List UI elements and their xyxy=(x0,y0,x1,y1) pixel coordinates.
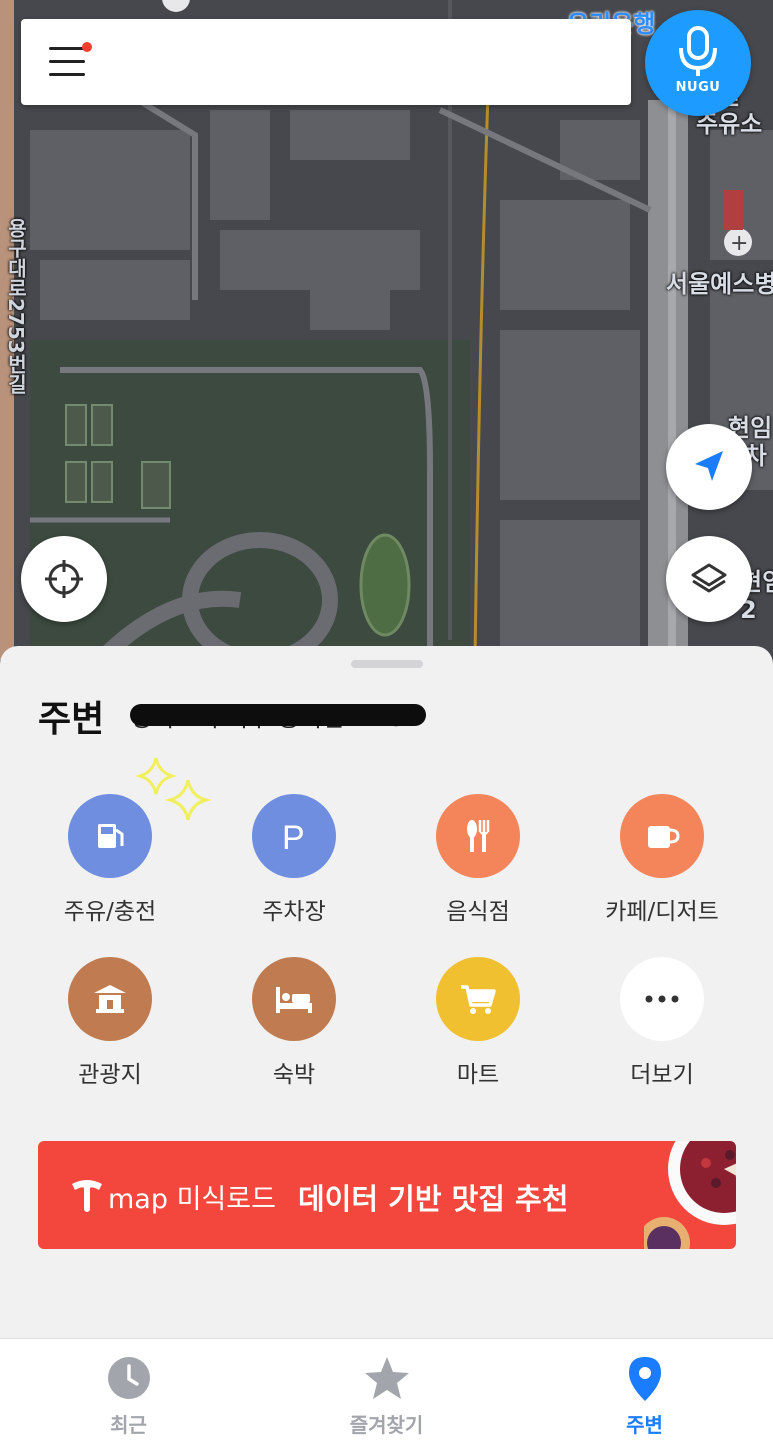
utensils-icon xyxy=(436,794,520,878)
food-road-banner[interactable]: map 미식로드 데이터 기반 맛집 추천 xyxy=(38,1141,736,1249)
category-label: 관광지 xyxy=(78,1062,142,1088)
map-label-road: 용구대로2753번길 xyxy=(4,218,28,394)
tab-label: 주변 xyxy=(626,1413,663,1437)
menu-icon-line xyxy=(49,60,85,63)
panel-title: 주변 xyxy=(38,699,105,740)
layers-icon xyxy=(691,563,727,593)
tab-nearby[interactable]: 주변 xyxy=(516,1339,773,1447)
crosshair-icon xyxy=(45,560,83,598)
nugu-voice-button[interactable]: NUGU xyxy=(645,10,751,116)
gps-target-button[interactable] xyxy=(21,536,107,622)
menu-icon xyxy=(49,47,85,50)
menu-icon-line xyxy=(49,73,85,76)
category-mart[interactable]: 마트 xyxy=(386,957,570,1107)
tab-favorites[interactable]: 즐겨찾기 xyxy=(258,1339,515,1447)
banner-headline: 데이터 기반 맛집 추천 xyxy=(298,1182,569,1216)
landmark-icon xyxy=(68,957,152,1041)
category-fuel[interactable]: 주유/충전 xyxy=(18,794,202,944)
more-dots-icon xyxy=(620,957,704,1041)
category-label: 주차장 xyxy=(262,899,326,925)
address-redaction-mark xyxy=(130,704,426,726)
category-parking[interactable]: P 주차장 xyxy=(202,794,386,944)
notification-dot xyxy=(82,42,92,52)
star-icon xyxy=(364,1357,409,1399)
map-layers-button[interactable] xyxy=(666,536,752,622)
fuel-pump-icon xyxy=(68,794,152,878)
location-pin-icon xyxy=(628,1357,661,1401)
category-lodging[interactable]: 숙박 xyxy=(202,957,386,1107)
tab-label: 최근 xyxy=(110,1413,147,1437)
category-label: 마트 xyxy=(456,1062,500,1088)
nugu-label: NUGU xyxy=(675,80,721,95)
navigation-arrow-icon xyxy=(695,451,723,481)
category-more[interactable]: 더보기 xyxy=(570,957,754,1107)
bottom-tab-bar: 최근 즐겨찾기 주변 xyxy=(0,1338,773,1447)
food-dish-image xyxy=(644,1141,736,1249)
category-label: 더보기 xyxy=(630,1062,694,1088)
menu-button[interactable] xyxy=(49,42,92,79)
cart-icon xyxy=(436,957,520,1041)
parking-icon: P xyxy=(252,794,336,878)
nearby-panel: 주변 경기도 수지구 풍덕천로 23 주유/충전 P 주차장 음식점 카페/디저… xyxy=(0,646,773,1338)
banner-brand: map 미식로드 xyxy=(108,1184,276,1215)
category-label: 숙박 xyxy=(272,1062,316,1088)
bed-icon xyxy=(252,957,336,1041)
map-label-hospital[interactable]: 서울예스병 xyxy=(666,264,773,299)
search-bar[interactable] xyxy=(21,19,631,105)
clock-icon xyxy=(107,1357,150,1399)
svg-text:+: + xyxy=(730,231,748,256)
category-label: 카페/디저트 xyxy=(605,899,719,925)
tab-label: 즐겨찾기 xyxy=(349,1413,424,1437)
microphone-icon xyxy=(679,26,717,76)
my-location-button[interactable] xyxy=(666,424,752,510)
svg-text:P: P xyxy=(282,819,305,856)
tmap-logo-icon xyxy=(72,1180,102,1212)
category-cafe[interactable]: 카페/디저트 xyxy=(570,794,754,944)
panel-drag-handle[interactable] xyxy=(351,660,423,668)
category-tourist[interactable]: 관광지 xyxy=(18,957,202,1107)
tab-recent[interactable]: 최근 xyxy=(0,1339,257,1447)
coffee-cup-icon xyxy=(620,794,704,878)
category-label: 음식점 xyxy=(446,899,510,925)
category-restaurant[interactable]: 음식점 xyxy=(386,794,570,944)
category-label: 주유/충전 xyxy=(63,899,157,925)
